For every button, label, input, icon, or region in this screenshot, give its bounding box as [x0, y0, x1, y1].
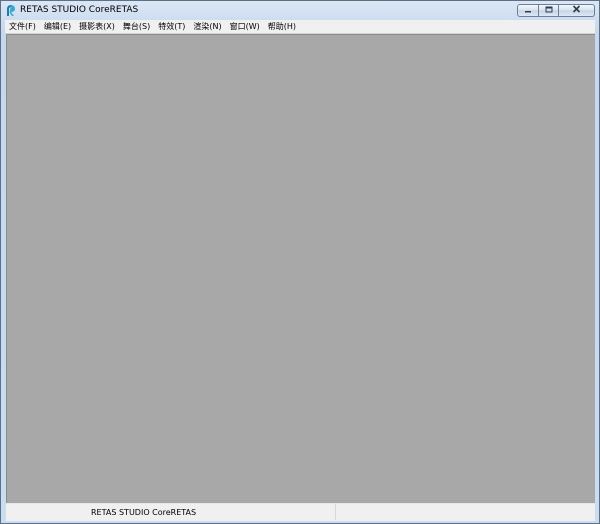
- menu-item-help[interactable]: 帮助(H): [264, 20, 300, 33]
- status-bar: RETAS STUDIO CoreRETAS: [6, 503, 595, 521]
- caption-buttons: [517, 4, 595, 18]
- mdi-workspace[interactable]: [6, 34, 595, 503]
- maximize-button[interactable]: [539, 4, 559, 17]
- window-title: RETAS STUDIO CoreRETAS: [20, 5, 139, 15]
- menu-item-xsheet[interactable]: 摄影表(X): [75, 20, 119, 33]
- menu-item-render[interactable]: 渲染(N): [189, 20, 225, 33]
- status-pane: RETAS STUDIO CoreRETAS: [6, 504, 336, 520]
- status-text: RETAS STUDIO CoreRETAS: [91, 508, 197, 517]
- menu-item-window[interactable]: 窗口(W): [226, 20, 264, 33]
- close-button[interactable]: [559, 4, 595, 17]
- menu-item-stage[interactable]: 舞台(S): [119, 20, 154, 33]
- minimize-button[interactable]: [517, 4, 539, 17]
- title-bar[interactable]: RETAS STUDIO CoreRETAS: [1, 1, 599, 20]
- menu-item-file[interactable]: 文件(F): [5, 20, 40, 33]
- minimize-icon: [524, 6, 532, 16]
- close-icon: [572, 5, 581, 16]
- maximize-icon: [545, 6, 553, 16]
- menu-item-edit[interactable]: 编辑(E): [40, 20, 75, 33]
- menu-item-effects[interactable]: 特效(T): [154, 20, 189, 33]
- app-window: RETAS STUDIO CoreRETAS 文件(F) 编辑(E) 摄影表(X…: [0, 0, 600, 524]
- menu-bar: 文件(F) 编辑(E) 摄影表(X) 舞台(S) 特效(T) 渲染(N) 窗口(…: [5, 20, 595, 34]
- retas-logo-icon: [6, 4, 16, 17]
